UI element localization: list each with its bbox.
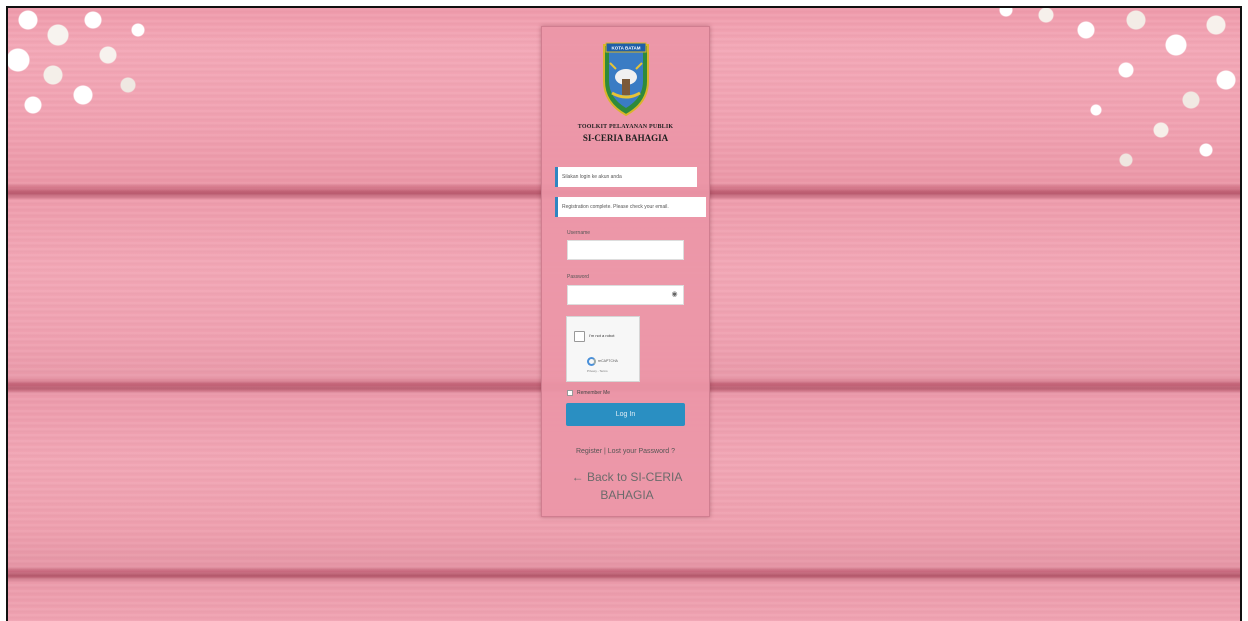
password-input[interactable]: ◉ — [567, 285, 684, 305]
regional-emblem-icon: KOTA BATAM — [603, 42, 649, 117]
back-to-site-link[interactable]: ← Back to SI-CERIA BAHAGIA — [562, 468, 692, 504]
remember-me-label: Remember Me — [577, 390, 611, 396]
remember-me[interactable]: Remember Me — [567, 390, 610, 396]
recaptcha-logo-icon — [587, 357, 596, 366]
flowers-left-decoration — [8, 8, 158, 140]
username-input[interactable] — [567, 240, 684, 260]
recaptcha-label: I'm not a robot — [589, 333, 615, 338]
recaptcha-terms-link[interactable]: Privacy - Terms — [587, 369, 608, 373]
recaptcha-widget: I'm not a robot reCAPTCHA Privacy - Term… — [566, 316, 640, 382]
flowers-right-decoration — [976, 8, 1240, 190]
login-panel: KOTA BATAM TOOLKIT PELAYANAN PUBLIK SI-C… — [541, 26, 710, 517]
show-password-icon[interactable]: ◉ — [670, 291, 679, 299]
emblem-banner-text: KOTA BATAM — [611, 46, 640, 51]
remember-me-checkbox[interactable] — [567, 390, 573, 396]
recaptcha-checkbox[interactable] — [574, 331, 585, 342]
organization-title: SI-CERIA BAHAGIA — [582, 133, 669, 143]
register-lost-password-link[interactable]: Register | Lost your Password ? — [542, 448, 709, 455]
organization-subtitle: TOOLKIT PELAYANAN PUBLIK — [577, 124, 674, 130]
username-label: Username — [567, 230, 591, 236]
recaptcha-brand: reCAPTCHA — [598, 359, 618, 363]
password-label: Password — [567, 274, 589, 280]
login-button[interactable]: Log In — [566, 403, 685, 426]
registration-notice: Registration complete. Please check your… — [555, 197, 706, 217]
login-notice: Silakan login ke akun anda — [555, 167, 697, 187]
